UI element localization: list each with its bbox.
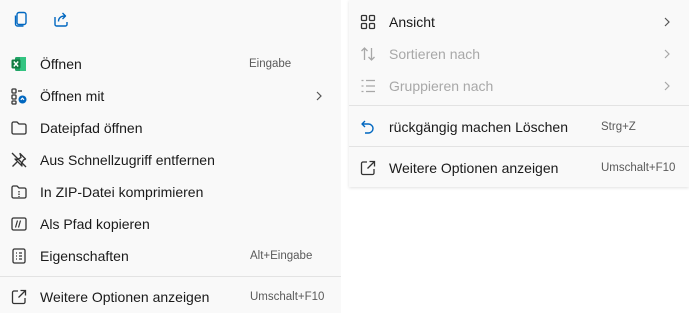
menu-item-label: Dateipfad öffnen [40,120,143,136]
excel-icon [10,55,28,73]
unpin-icon [10,151,28,169]
menu-separator [349,146,689,147]
copy-button[interactable] [9,9,33,33]
folder-icon [10,119,28,137]
menu-item-show-more-options[interactable]: Weitere Optionen anzeigen Umschalt+F10 [353,153,685,183]
group-icon [359,77,377,95]
menu-item-label: Aus Schnellzugriff entfernen [40,152,215,168]
open-with-icon [10,87,28,105]
menu-item-properties[interactable]: Eigenschaften Alt+Eingabe [4,241,337,271]
menu-item-label: Öffnen [40,56,82,72]
menu-separator [0,276,341,277]
menu-item-group-by[interactable]: Gruppieren nach [353,71,685,101]
shortcut-label: Eingabe [249,58,292,70]
menu-item-sort-by[interactable]: Sortieren nach [353,39,685,69]
properties-icon [10,247,28,265]
desktop-context-menu: Ansicht Sortieren nach Gruppieren nach r… [349,0,689,187]
chevron-right-icon [664,17,670,27]
more-options-icon [10,288,28,306]
menu-item-open-file-path[interactable]: Dateipfad öffnen [4,113,337,143]
menu-item-label: Gruppieren nach [389,78,494,94]
shortcut-label: Strg+Z [601,121,636,133]
menu-item-label: Weitere Optionen anzeigen [40,289,210,305]
undo-icon [359,118,377,136]
file-context-menu: Öffnen Eingabe Öffnen mit Dateipfad öffn… [0,0,341,313]
menu-item-label: rückgängig machen Löschen [389,119,569,135]
menu-item-label: Weitere Optionen anzeigen [389,160,559,176]
sort-icon [359,45,377,63]
more-options-icon [359,159,377,177]
menu-item-view[interactable]: Ansicht [353,7,685,37]
menu-item-label: Sortieren nach [389,46,481,62]
menu-item-label: Öffnen mit [40,88,105,104]
copy-icon [12,10,30,33]
shortcut-label: Alt+Eingabe [250,250,313,262]
menu-item-compress-zip[interactable]: In ZIP-Datei komprimieren [4,177,337,207]
menu-item-label: Eigenschaften [40,248,129,264]
copy-path-icon [10,215,28,233]
share-button[interactable] [49,9,73,33]
chevron-right-icon [316,91,322,101]
shortcut-label: Umschalt+F10 [250,291,325,303]
view-grid-icon [359,13,377,31]
menu-item-remove-quick-access[interactable]: Aus Schnellzugriff entfernen [4,145,337,175]
menu-item-label: Als Pfad kopieren [40,216,150,232]
menu-separator [349,105,689,106]
menu-item-show-more-options[interactable]: Weitere Optionen anzeigen Umschalt+F10 [4,282,337,312]
chevron-right-icon [664,81,670,91]
menu-item-copy-as-path[interactable]: Als Pfad kopieren [4,209,337,239]
context-menu-toolbar [0,0,341,42]
share-icon [52,10,70,33]
shortcut-label: Umschalt+F10 [601,162,676,174]
menu-item-undo-delete[interactable]: rückgängig machen Löschen Strg+Z [353,112,685,142]
menu-item-label: Ansicht [389,14,435,30]
chevron-right-icon [664,49,670,59]
menu-item-open[interactable]: Öffnen Eingabe [4,49,337,79]
zip-icon [10,183,28,201]
menu-item-label: In ZIP-Datei komprimieren [40,184,204,200]
menu-item-open-with[interactable]: Öffnen mit [4,81,337,111]
